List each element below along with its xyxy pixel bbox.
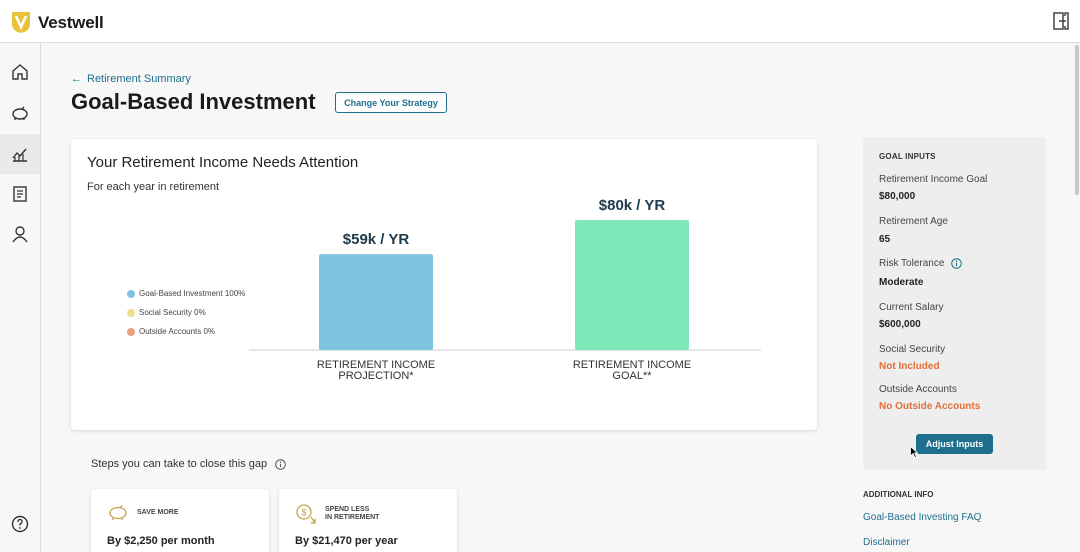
legend-swatch (127, 289, 135, 298)
step-label-line: IN RETIREMENT (325, 514, 380, 521)
input-value-warning: Not Included (879, 361, 940, 372)
goal-inputs-panel: GOAL INPUTS Retirement Income Goal $80,0… (863, 137, 1046, 470)
bar-value-label: $80k / YR (599, 197, 666, 214)
input-label: Risk Tolerance (879, 258, 945, 270)
chart-icon (12, 148, 27, 162)
shield-logo-icon (12, 12, 30, 33)
step-value: By $2,250 per month (107, 535, 215, 547)
page-title: Goal-Based Investment (71, 89, 316, 114)
goal-inputs-heading: GOAL INPUTS (879, 152, 936, 161)
category-label: PROJECTION* (338, 370, 414, 382)
sidebar (0, 43, 41, 552)
legend-item: Goal-Based Investment 100% (127, 284, 245, 303)
step-value: By $21,470 per year (295, 535, 398, 547)
legend-item: Social Security 0% (127, 303, 245, 322)
input-label: Current Salary (879, 302, 944, 313)
piggy-bank-icon (12, 106, 28, 120)
input-value: 65 (879, 234, 891, 245)
back-link-label: Retirement Summary (87, 73, 191, 85)
input-label: Outside Accounts (879, 384, 957, 395)
scrollbar[interactable] (1074, 43, 1080, 552)
faq-link[interactable]: Goal-Based Investing FAQ (863, 512, 981, 523)
change-strategy-button[interactable]: Change Your Strategy (335, 92, 447, 113)
input-value: Moderate (879, 277, 924, 288)
chart-legend: Goal-Based Investment 100% Social Securi… (127, 284, 245, 341)
scroll-thumb[interactable] (1075, 45, 1079, 195)
chart-bar (575, 220, 689, 350)
legend-label: Social Security 0% (139, 308, 206, 317)
coin-down-icon: $ (296, 504, 316, 524)
bar-value-label: $59k / YR (343, 231, 410, 248)
disclaimer-link[interactable]: Disclaimer (863, 537, 910, 548)
adjust-inputs-button[interactable]: Adjust Inputs (916, 434, 993, 454)
user-icon (12, 226, 28, 243)
steps-title: Steps you can take to close this gap (91, 458, 268, 470)
chart-bar (319, 254, 433, 350)
input-label: Retirement Income Goal (879, 174, 988, 185)
home-icon (12, 64, 28, 80)
svg-text:$: $ (301, 508, 306, 518)
income-card: Your Retirement Income Needs Attention F… (71, 139, 817, 430)
input-value: $80,000 (879, 191, 916, 202)
step-label: SPEND LESS IN RETIREMENT (325, 506, 379, 522)
legend-item: Outside Accounts 0% (127, 322, 245, 341)
steps-heading: Steps you can take to close this gap (91, 458, 286, 470)
step-card-save-more[interactable]: SAVE MORE By $2,250 per month (91, 489, 269, 552)
back-link[interactable]: ← Retirement Summary (71, 73, 191, 85)
input-label: Social Security (879, 344, 946, 355)
step-label-line: SPEND LESS (325, 506, 370, 513)
logout-icon[interactable] (1051, 11, 1071, 31)
sidebar-item-investments[interactable] (0, 134, 40, 174)
info-icon[interactable] (951, 258, 962, 269)
info-icon[interactable] (275, 458, 286, 470)
category-label: GOAL** (612, 370, 652, 382)
legend-swatch (127, 327, 135, 336)
sidebar-item-documents[interactable] (0, 174, 40, 214)
additional-info-heading: ADDITIONAL INFO (863, 490, 934, 499)
input-label: Retirement Age (879, 216, 948, 227)
legend-label: Goal-Based Investment 100% (139, 289, 246, 298)
arrow-left-icon: ← (71, 73, 82, 85)
legend-swatch (127, 308, 135, 317)
sidebar-item-profile[interactable] (0, 214, 40, 254)
card-title: Your Retirement Income Needs Attention (87, 154, 359, 171)
help-icon (11, 515, 29, 533)
input-value-warning: No Outside Accounts (879, 401, 981, 412)
legend-label: Outside Accounts 0% (139, 327, 216, 336)
sidebar-item-home[interactable] (0, 52, 40, 92)
vestwell-logo[interactable]: Vestwell (11, 11, 104, 34)
brand-name: Vestwell (38, 12, 104, 32)
income-bar-chart: $59k / YRRETIREMENT INCOMEPROJECTION*$80… (249, 197, 761, 382)
top-bar: Vestwell (0, 0, 1080, 43)
input-label-risk: Risk Tolerance (879, 258, 962, 269)
card-subtitle: For each year in retirement (87, 181, 220, 193)
piggy-bank-icon (109, 505, 127, 520)
document-icon (13, 186, 27, 202)
sidebar-item-savings[interactable] (0, 93, 40, 133)
step-label: SAVE MORE (137, 509, 179, 516)
mouse-cursor-icon (910, 446, 918, 458)
input-value: $600,000 (879, 319, 921, 330)
step-card-spend-less[interactable]: $ SPEND LESS IN RETIREMENT By $21,470 pe… (279, 489, 457, 552)
sidebar-item-help[interactable] (0, 504, 40, 544)
